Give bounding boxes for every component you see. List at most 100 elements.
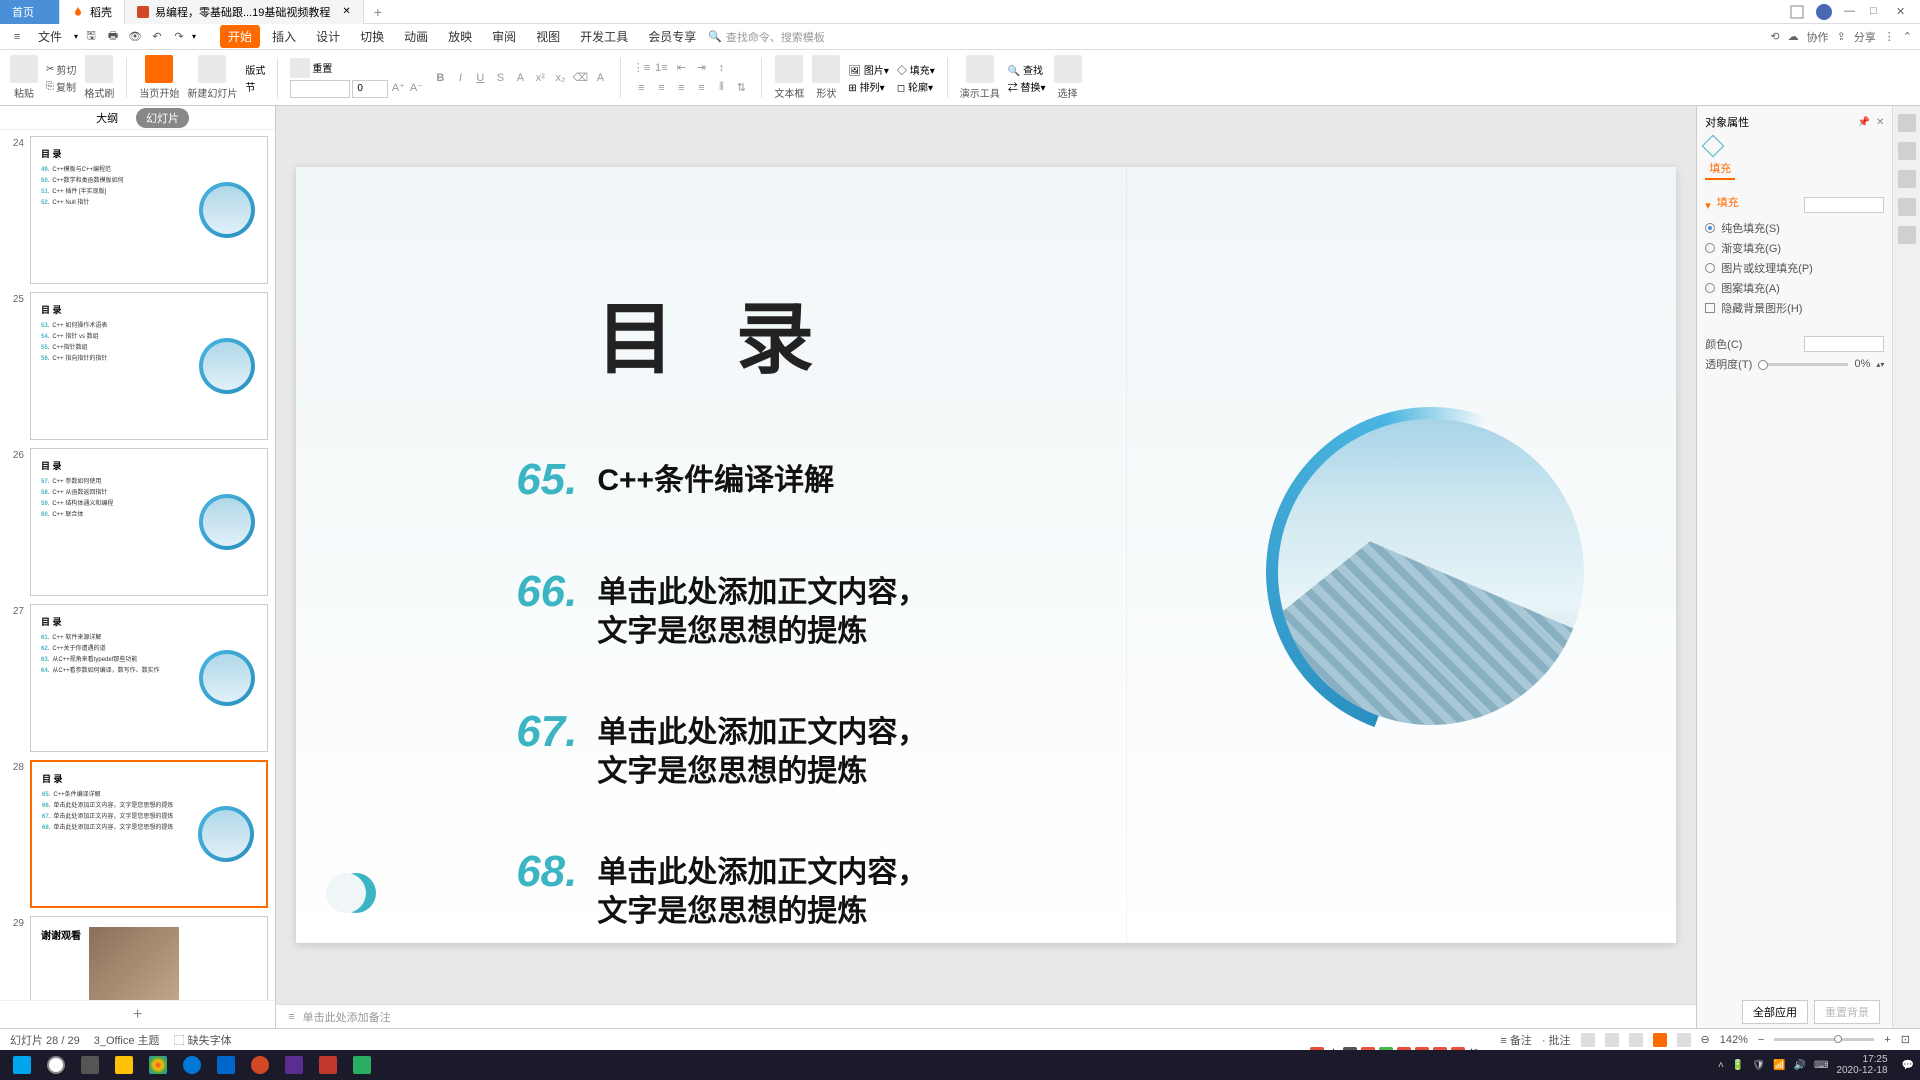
picture-button[interactable]: 🖼 图片▾ (848, 62, 889, 77)
arrange-button[interactable]: ⊞ 排列▾ (848, 79, 889, 94)
slide-thumbnail[interactable]: 目 录49.C++模板与C++编程范50.C++数学和类函数模板如何51.C++… (30, 136, 268, 284)
view-normal-icon[interactable] (1581, 1033, 1595, 1047)
window-icon[interactable] (1790, 5, 1804, 19)
menu-file[interactable]: 文件 (30, 25, 70, 48)
tab-document[interactable]: 易编程，零基础跟...19基础视频教程 ✕ (125, 0, 364, 24)
cortana-button[interactable] (40, 1052, 72, 1078)
view-reading-icon[interactable] (1629, 1033, 1643, 1047)
solid-fill-option[interactable]: 纯色填充(S) (1705, 220, 1884, 236)
notifications-icon[interactable]: 💬 (1902, 1060, 1914, 1071)
dropdown-icon[interactable]: ▾ (74, 32, 78, 41)
cut-button[interactable]: ✂剪切 (46, 62, 76, 77)
menu-start[interactable]: 开始 (220, 25, 260, 48)
comments-toggle[interactable]: · 批注 (1542, 1032, 1571, 1048)
text-direction-button[interactable]: ⇅ (733, 80, 749, 96)
apply-all-button[interactable]: 全部应用 (1742, 1000, 1808, 1024)
menu-view[interactable]: 视图 (528, 25, 568, 48)
stepper-icon[interactable]: ▴▾ (1876, 360, 1884, 369)
taskbar-app[interactable] (312, 1052, 344, 1078)
decrease-indent-button[interactable]: ⇤ (673, 60, 689, 76)
taskbar-app[interactable] (346, 1052, 378, 1078)
bullets-button[interactable]: ⋮≡ (633, 60, 649, 76)
outline-button[interactable]: ◻ 轮廓▾ (897, 79, 935, 94)
cloud-icon[interactable]: ☁ (1788, 30, 1799, 43)
zoom-out-button[interactable]: ⊖ (1701, 1033, 1710, 1046)
thumbnail-list[interactable]: 24目 录49.C++模板与C++编程范50.C++数学和类函数模板如何51.C… (0, 130, 275, 1000)
add-tab-button[interactable]: + (364, 4, 392, 20)
notes-placeholder[interactable]: 单击此处添加备注 (303, 1009, 391, 1025)
reset-bg-button[interactable]: 重置背景 (1814, 1000, 1880, 1024)
copy-button[interactable]: ⎘复制 (46, 79, 76, 94)
start-button[interactable] (6, 1052, 38, 1078)
clock[interactable]: 17:25 2020-12-18 (1836, 1054, 1893, 1076)
tray-icon[interactable]: 🛡 (1752, 1060, 1765, 1071)
tool-icon[interactable] (1898, 198, 1916, 216)
fill-button[interactable]: ◇ 填充▾ (897, 62, 935, 77)
taskbar-app[interactable] (108, 1052, 140, 1078)
slide-canvas[interactable]: 目 录 65. C++条件编译详解 66. 单击此处添加正文内容， 文字是您思想… (296, 167, 1676, 943)
toc-item-65[interactable]: 65. C++条件编译详解 (516, 455, 834, 505)
select-button[interactable]: 选择 (1054, 55, 1082, 100)
new-slide-button[interactable]: 新建幻灯片 (187, 55, 237, 100)
menu-devtools[interactable]: 开发工具 (572, 25, 636, 48)
tool-icon[interactable] (1898, 226, 1916, 244)
menu-icon[interactable]: ≡ (8, 28, 26, 46)
view-sorter-icon[interactable] (1605, 1033, 1619, 1047)
tool-icon[interactable] (1898, 142, 1916, 160)
menu-review[interactable]: 审阅 (484, 25, 524, 48)
transparency-slider[interactable] (1758, 363, 1848, 366)
print-icon[interactable]: 🖶 (104, 28, 122, 46)
slide-title[interactable]: 目 录 (596, 277, 834, 389)
maximize-button[interactable]: □ (1870, 5, 1884, 19)
pattern-fill-option[interactable]: 图案填充(A) (1705, 280, 1884, 296)
tool-icon[interactable] (1898, 114, 1916, 132)
reset-icon[interactable] (290, 58, 310, 78)
tool-icon[interactable] (1898, 170, 1916, 188)
line-spacing-button[interactable]: ↕ (713, 60, 729, 76)
more-icon[interactable]: ⋮ (1884, 30, 1895, 43)
numbering-button[interactable]: 1≡ (653, 60, 669, 76)
menu-member[interactable]: 会员专享 (640, 25, 704, 48)
shape-button[interactable]: 形状 (812, 55, 840, 100)
chevron-up-icon[interactable]: ⌃ (1903, 30, 1912, 43)
taskbar-app[interactable] (210, 1052, 242, 1078)
taskbar-app[interactable] (142, 1052, 174, 1078)
align-center-button[interactable]: ≡ (653, 80, 669, 96)
decrease-font-icon[interactable]: A⁻ (408, 80, 424, 96)
tab-daoke[interactable]: 稻壳 (60, 0, 125, 24)
slides-tab[interactable]: 幻灯片 (136, 108, 189, 128)
align-left-button[interactable]: ≡ (633, 80, 649, 96)
justify-button[interactable]: ≡ (693, 80, 709, 96)
dropdown-icon[interactable]: ▾ (192, 32, 196, 41)
clear-format-button[interactable]: ⌫ (572, 70, 588, 86)
slide-image[interactable] (1266, 407, 1596, 737)
expand-icon[interactable]: ▾ (1705, 199, 1711, 212)
undo-icon[interactable]: ↶ (148, 28, 166, 46)
fontsize-input[interactable] (352, 80, 388, 98)
zoom-slider[interactable] (1774, 1038, 1874, 1041)
toc-item-68[interactable]: 68. 单击此处添加正文内容， 文字是您思想的提炼 (516, 847, 927, 931)
tools-button[interactable]: 演示工具 (960, 55, 1000, 100)
toc-item-67[interactable]: 67. 单击此处添加正文内容， 文字是您思想的提炼 (516, 707, 927, 791)
replace-button[interactable]: ⇄ 替换▾ (1008, 79, 1046, 94)
textbox-button[interactable]: 文本框 (774, 55, 804, 100)
sync-icon[interactable]: ⟲ (1770, 30, 1779, 43)
search-box[interactable]: 🔍 查找命令、搜索模板 (708, 29, 825, 45)
panel-close-icon[interactable]: ✕ (1876, 117, 1884, 128)
view-slideshow-icon[interactable] (1653, 1033, 1667, 1047)
taskview-button[interactable] (74, 1052, 106, 1078)
menu-transition[interactable]: 切换 (352, 25, 392, 48)
menu-slideshow[interactable]: 放映 (440, 25, 480, 48)
highlight-button[interactable]: A (512, 70, 528, 86)
menu-design[interactable]: 设计 (308, 25, 348, 48)
font-color-button[interactable]: A (592, 70, 608, 86)
strike-button[interactable]: S (492, 70, 508, 86)
share-label[interactable]: 分享 (1854, 29, 1876, 45)
slide-thumbnail[interactable]: 目 录53.C++ 如何操作术语表54.C++ 指针 vs 数组55.C++指针… (30, 292, 268, 440)
missing-font-button[interactable]: ⬚ 缺失字体 (174, 1032, 232, 1048)
increase-font-icon[interactable]: A⁺ (390, 80, 406, 96)
close-icon[interactable]: ✕ (342, 6, 350, 17)
color-picker[interactable] (1804, 336, 1884, 352)
superscript-button[interactable]: x² (532, 70, 548, 86)
increase-indent-button[interactable]: ⇥ (693, 60, 709, 76)
